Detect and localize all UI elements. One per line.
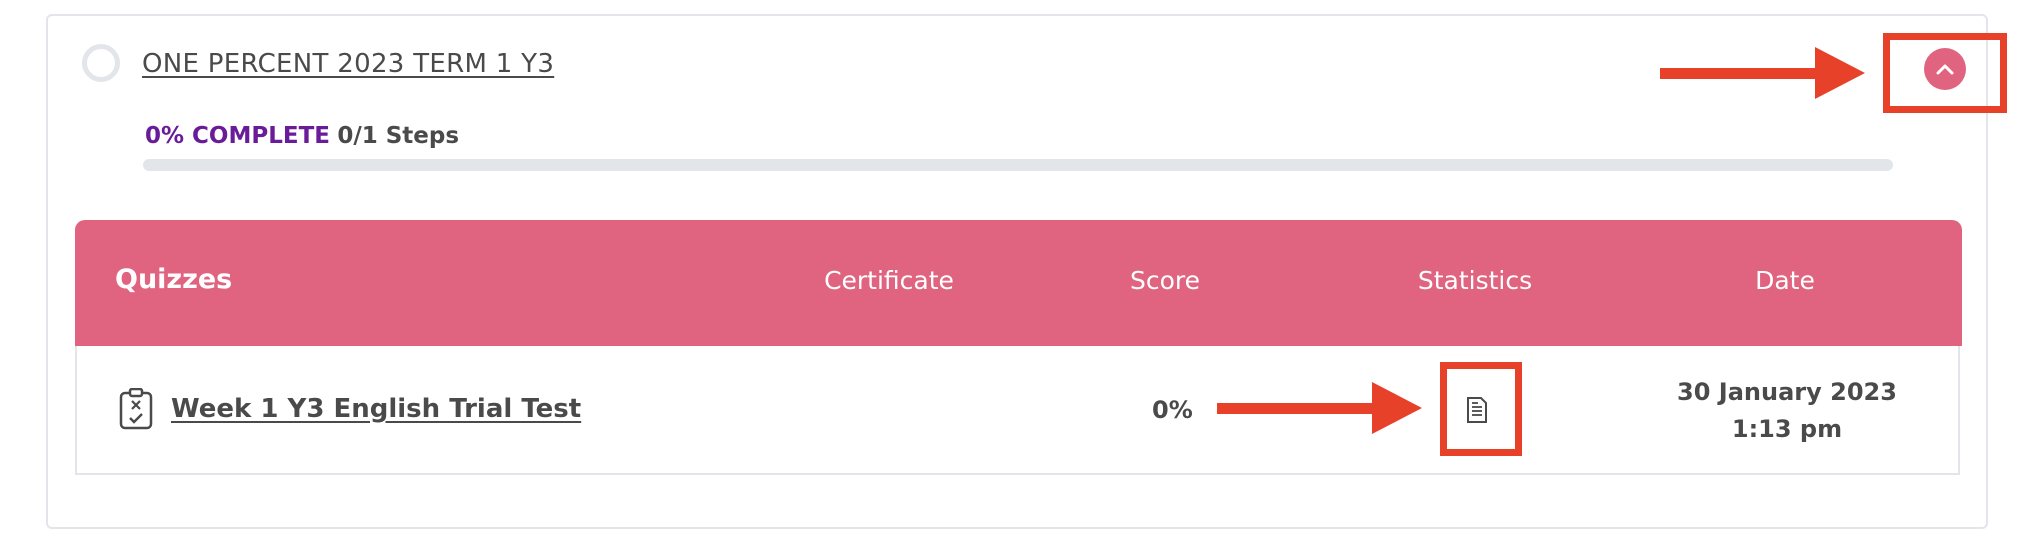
annotation-arrow-top-line	[1660, 68, 1820, 79]
annotation-arrow-top-head	[1815, 47, 1865, 99]
annotation-arrow-row-line	[1217, 403, 1377, 414]
status-circle-icon	[82, 44, 120, 82]
course-title-link[interactable]: ONE PERCENT 2023 TERM 1 Y3	[142, 49, 554, 79]
quiz-icon	[119, 387, 153, 434]
annotation-arrow-row-head	[1372, 382, 1422, 434]
annotation-box-collapse	[1883, 33, 2007, 113]
date-value: 30 January 2023 1:13 pm	[1657, 374, 1917, 448]
header-certificate: Certificate	[824, 266, 954, 295]
date-line-2: 1:13 pm	[1731, 415, 1843, 443]
header-date: Date	[1755, 266, 1815, 295]
header-score: Score	[1129, 266, 1201, 295]
progress-bar	[143, 159, 1893, 171]
header-statistics: Statistics	[1417, 266, 1533, 295]
table-row: Week 1 Y3 English Trial Test 0% 30 Janua…	[77, 346, 1958, 473]
annotation-box-statistics	[1440, 362, 1522, 456]
quiz-table: Quizzes Certificate Score Statistics Dat…	[75, 220, 1962, 475]
date-line-1: 30 January 2023	[1677, 378, 1897, 406]
progress-percent: 0% COMPLETE	[145, 123, 330, 149]
table-header: Quizzes Certificate Score Statistics Dat…	[75, 220, 1962, 346]
score-value: 0%	[1152, 396, 1193, 424]
quiz-link[interactable]: Week 1 Y3 English Trial Test	[171, 394, 581, 424]
progress-label: 0% COMPLETE 0/1 Steps	[145, 123, 459, 149]
header-quizzes: Quizzes	[115, 264, 233, 295]
progress-steps: 0/1 Steps	[337, 123, 460, 149]
